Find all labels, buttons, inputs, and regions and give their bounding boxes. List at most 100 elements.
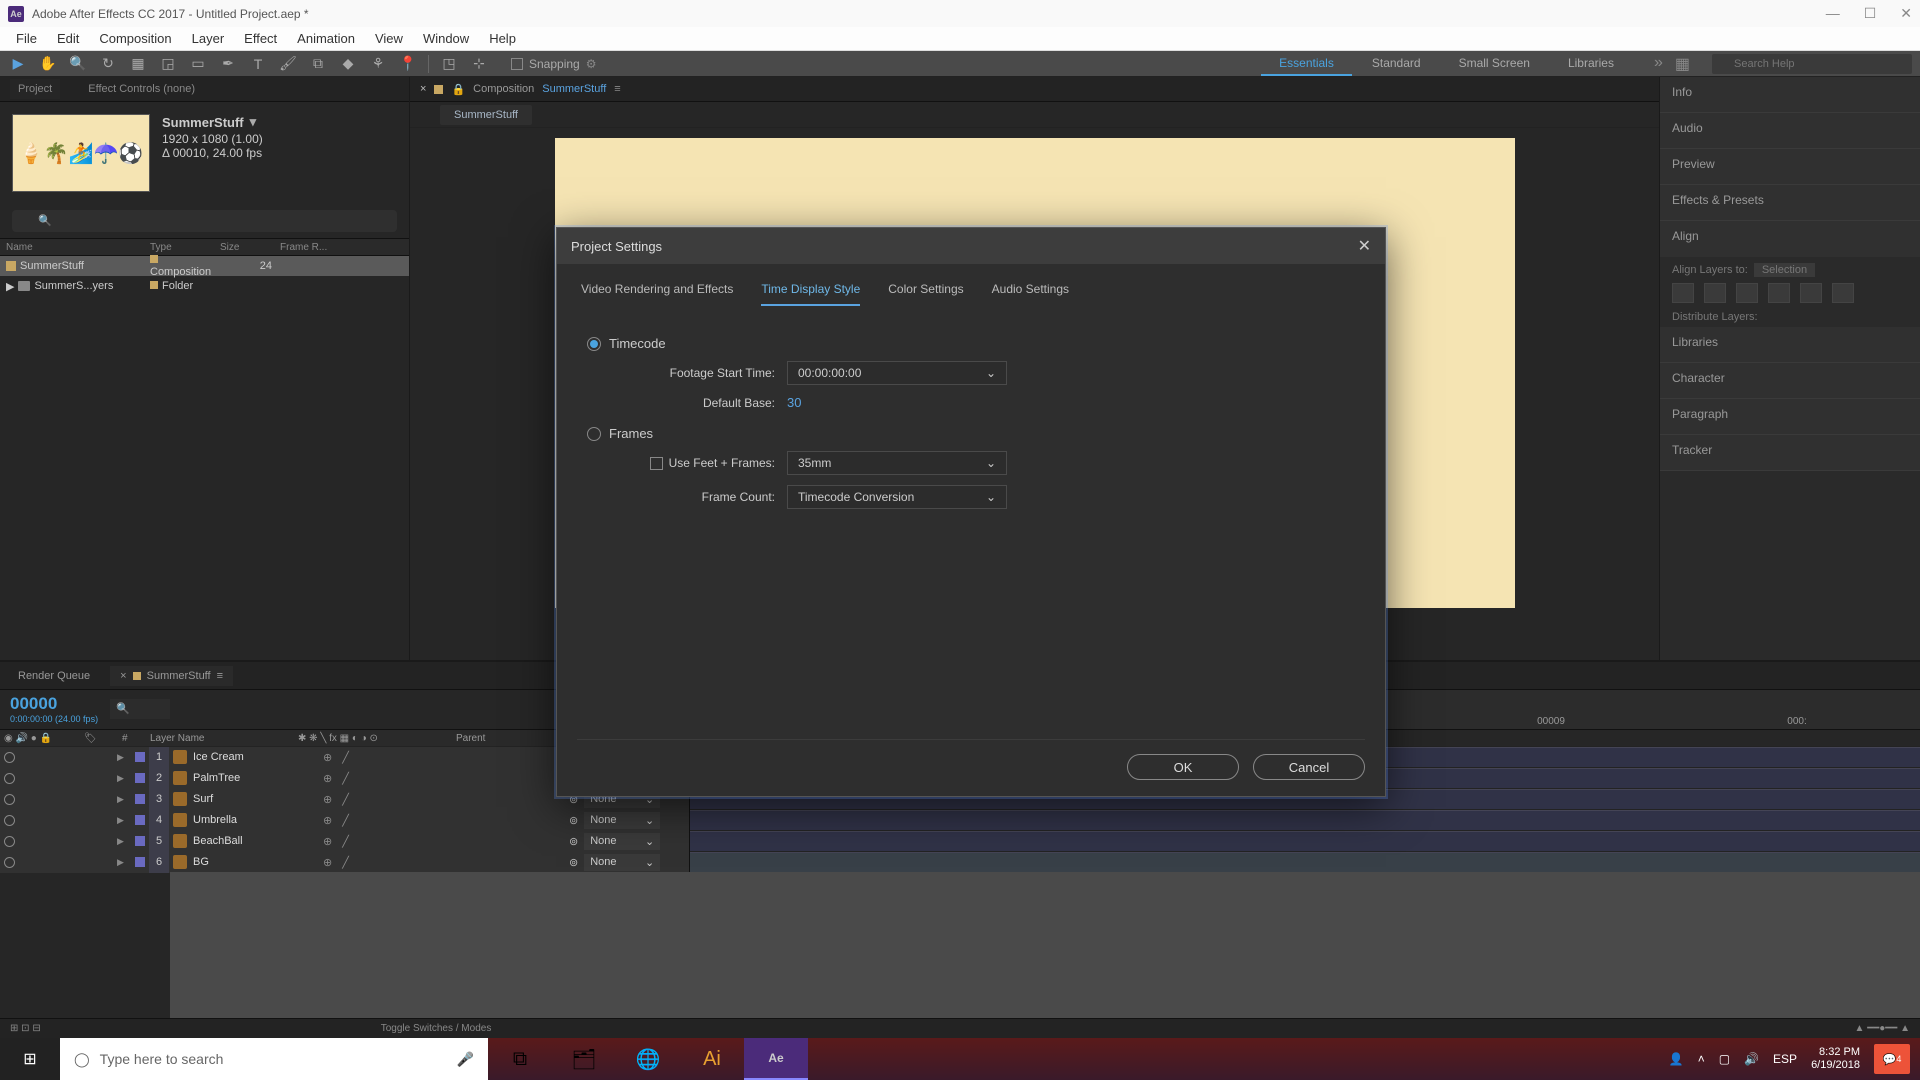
workspace-tab-libraries[interactable]: Libraries bbox=[1550, 52, 1632, 76]
col-name[interactable]: Name bbox=[0, 242, 150, 253]
chrome-icon[interactable]: 🌐 bbox=[616, 1038, 680, 1080]
info-panel-header[interactable]: Info bbox=[1660, 77, 1920, 113]
camera-tool-icon[interactable]: ▦ bbox=[128, 54, 148, 74]
default-base-value[interactable]: 30 bbox=[787, 395, 801, 410]
frame-count-dropdown[interactable]: Timecode Conversion⌄ bbox=[787, 485, 1007, 509]
layer-row[interactable]: ▶6BG⊕╱⊚None⌄ bbox=[0, 851, 1920, 872]
align-to-dropdown[interactable]: Selection bbox=[1754, 263, 1815, 277]
effects-presets-panel-header[interactable]: Effects & Presets bbox=[1660, 185, 1920, 221]
volume-icon[interactable]: 🔊 bbox=[1744, 1052, 1759, 1066]
menu-view[interactable]: View bbox=[365, 31, 413, 46]
action-center-icon[interactable]: 💬4 bbox=[1874, 1044, 1910, 1074]
file-explorer-icon[interactable]: 🗂 bbox=[552, 1038, 616, 1080]
roto-tool-icon[interactable]: ⚘ bbox=[368, 54, 388, 74]
frames-radio[interactable] bbox=[587, 427, 601, 441]
ok-button[interactable]: OK bbox=[1127, 754, 1239, 780]
anchor-icon[interactable]: ⊹ bbox=[469, 54, 489, 74]
after-effects-taskbar-icon[interactable]: Ae bbox=[744, 1038, 808, 1080]
feet-frames-dropdown[interactable]: 35mm⌄ bbox=[787, 451, 1007, 475]
pan-behind-tool-icon[interactable]: ◲ bbox=[158, 54, 178, 74]
help-search-input[interactable] bbox=[1712, 54, 1912, 74]
rotation-tool-icon[interactable]: ↻ bbox=[98, 54, 118, 74]
menu-composition[interactable]: Composition bbox=[89, 31, 181, 46]
hand-tool-icon[interactable]: ✋ bbox=[38, 54, 58, 74]
timecode-radio[interactable] bbox=[587, 337, 601, 351]
taskbar-search[interactable]: ◯ Type here to search 🎤 bbox=[60, 1038, 488, 1080]
close-icon[interactable]: ✕ bbox=[1900, 5, 1912, 22]
illustrator-icon[interactable]: Ai bbox=[680, 1038, 744, 1080]
col-type[interactable]: Type bbox=[150, 242, 220, 253]
task-view-icon[interactable]: ⧉ bbox=[488, 1038, 552, 1080]
expand-icon[interactable]: ⊞ ⊡ ⊟ bbox=[10, 1023, 41, 1034]
clone-tool-icon[interactable]: ⧉ bbox=[308, 54, 328, 74]
preview-panel-header[interactable]: Preview bbox=[1660, 149, 1920, 185]
puppet-tool-icon[interactable]: 📍 bbox=[398, 54, 418, 74]
dialog-tab-color-settings[interactable]: Color Settings bbox=[888, 282, 963, 306]
snap-options-icon[interactable]: ⚙ bbox=[586, 57, 597, 71]
selection-tool-icon[interactable]: ▶ bbox=[8, 54, 28, 74]
workspace-reset-icon[interactable]: ▦ bbox=[1675, 54, 1690, 74]
align-right-icon[interactable] bbox=[1736, 283, 1758, 303]
col-framerate[interactable]: Frame R... bbox=[280, 242, 409, 253]
timeline-search-input[interactable] bbox=[110, 699, 170, 719]
menu-animation[interactable]: Animation bbox=[287, 31, 365, 46]
project-item[interactable]: ▶ SummerS...yersFolder bbox=[0, 276, 409, 296]
dialog-tab-audio-settings[interactable]: Audio Settings bbox=[992, 282, 1069, 306]
comp-breadcrumb[interactable]: SummerStuff bbox=[440, 105, 532, 125]
cancel-button[interactable]: Cancel bbox=[1253, 754, 1365, 780]
type-tool-icon[interactable]: T bbox=[248, 54, 268, 74]
align-vcenter-icon[interactable] bbox=[1800, 283, 1822, 303]
render-queue-tab[interactable]: Render Queue bbox=[18, 670, 90, 682]
menu-layer[interactable]: Layer bbox=[182, 31, 235, 46]
footage-start-dropdown[interactable]: 00:00:00:00⌄ bbox=[787, 361, 1007, 385]
dialog-tab-video-rendering-and-effects[interactable]: Video Rendering and Effects bbox=[581, 282, 733, 306]
layer-row[interactable]: ▶5BeachBall⊕╱⊚None⌄ bbox=[0, 830, 1920, 851]
align-bottom-icon[interactable] bbox=[1832, 283, 1854, 303]
layer-row[interactable]: ▶4Umbrella⊕╱⊚None⌄ bbox=[0, 809, 1920, 830]
tray-chevron-icon[interactable]: ˄ bbox=[1698, 1052, 1705, 1066]
workspace-tab-small-screen[interactable]: Small Screen bbox=[1441, 52, 1548, 76]
battery-icon[interactable]: ▢ bbox=[1719, 1052, 1730, 1066]
menu-help[interactable]: Help bbox=[479, 31, 526, 46]
workspace-tab-essentials[interactable]: Essentials bbox=[1261, 52, 1352, 76]
project-search-input[interactable] bbox=[12, 210, 397, 232]
shape-tool-icon[interactable]: ▭ bbox=[188, 54, 208, 74]
pen-tool-icon[interactable]: ✒ bbox=[218, 54, 238, 74]
timeline-comp-tab[interactable]: × SummerStuff ≡ bbox=[110, 666, 233, 686]
people-icon[interactable]: 👤 bbox=[1669, 1052, 1684, 1066]
comp-tab-name[interactable]: SummerStuff bbox=[542, 83, 606, 95]
align-panel-header[interactable]: Align bbox=[1660, 221, 1920, 257]
menu-file[interactable]: File bbox=[6, 31, 47, 46]
start-button[interactable]: ⊞ bbox=[0, 1038, 60, 1080]
libraries-panel-header[interactable]: Libraries bbox=[1660, 327, 1920, 363]
tracker-panel-header[interactable]: Tracker bbox=[1660, 435, 1920, 471]
menu-window[interactable]: Window bbox=[413, 31, 479, 46]
mesh-icon[interactable]: ◳ bbox=[439, 54, 459, 74]
align-hcenter-icon[interactable] bbox=[1704, 283, 1726, 303]
language-indicator[interactable]: ESP bbox=[1773, 1052, 1797, 1066]
system-clock[interactable]: 8:32 PM6/19/2018 bbox=[1811, 1046, 1860, 1072]
align-top-icon[interactable] bbox=[1768, 283, 1790, 303]
align-left-icon[interactable] bbox=[1672, 283, 1694, 303]
dialog-tab-time-display-style[interactable]: Time Display Style bbox=[761, 282, 860, 306]
menu-effect[interactable]: Effect bbox=[234, 31, 287, 46]
current-timecode[interactable]: 00000 bbox=[10, 694, 98, 714]
audio-panel-header[interactable]: Audio bbox=[1660, 113, 1920, 149]
workspace-tab-standard[interactable]: Standard bbox=[1354, 52, 1439, 76]
minimize-icon[interactable]: — bbox=[1826, 5, 1840, 22]
paragraph-panel-header[interactable]: Paragraph bbox=[1660, 399, 1920, 435]
project-item[interactable]: SummerStuffComposition24 bbox=[0, 256, 409, 276]
workspace-more-icon[interactable]: » bbox=[1654, 54, 1663, 74]
effect-controls-tab[interactable]: Effect Controls (none) bbox=[80, 79, 203, 99]
col-size[interactable]: Size bbox=[220, 242, 280, 253]
menu-edit[interactable]: Edit bbox=[47, 31, 89, 46]
dialog-close-icon[interactable]: ✕ bbox=[1358, 236, 1371, 256]
mic-icon[interactable]: 🎤 bbox=[457, 1051, 474, 1068]
toggle-switches-button[interactable]: Toggle Switches / Modes bbox=[381, 1023, 492, 1034]
eraser-tool-icon[interactable]: ◆ bbox=[338, 54, 358, 74]
maximize-icon[interactable]: ☐ bbox=[1864, 5, 1877, 22]
project-tab[interactable]: Project bbox=[10, 79, 60, 99]
brush-tool-icon[interactable]: 🖌 bbox=[278, 54, 298, 74]
feet-frames-checkbox[interactable] bbox=[650, 457, 663, 470]
character-panel-header[interactable]: Character bbox=[1660, 363, 1920, 399]
